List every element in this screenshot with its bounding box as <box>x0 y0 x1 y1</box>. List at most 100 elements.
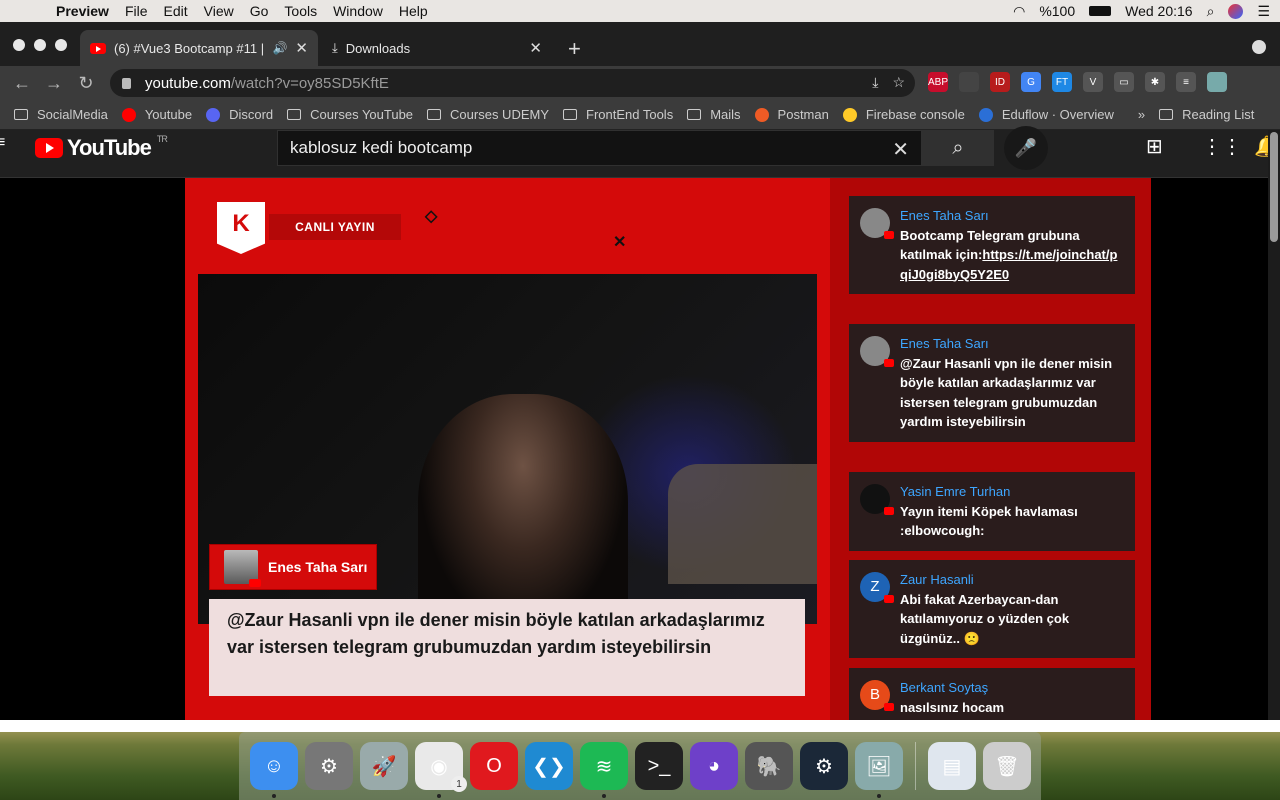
chat-avatar <box>860 208 894 239</box>
apps-grid-icon[interactable]: ⋮⋮ <box>1202 134 1242 159</box>
adblock-icon[interactable]: ABP <box>928 72 948 92</box>
reload-icon[interactable]: ↻ <box>70 73 102 94</box>
extension-2-icon[interactable] <box>959 72 979 92</box>
launchpad-icon[interactable]: 🚀 <box>360 742 408 790</box>
background-couch <box>668 464 817 584</box>
preview-icon[interactable]: 🖼 <box>855 742 903 798</box>
control-center-icon[interactable]: ☰ <box>1257 3 1270 20</box>
tab-downloads[interactable]: ⤓ Downloads ✕ <box>322 30 552 66</box>
bookmark-frontend-tools[interactable]: FrontEnd Tools <box>563 107 673 122</box>
address-bar[interactable]: youtube.com/watch?v=oy85SD5KftE ⤓ ☆ <box>110 69 915 97</box>
window-bottom-edge <box>0 720 1280 732</box>
bookmarks-overflow-icon[interactable]: » <box>1138 107 1145 122</box>
new-tab-button[interactable]: + <box>568 36 581 62</box>
url-path: /watch?v=oy85SD5KftE <box>230 74 389 92</box>
bookmark-mails[interactable]: Mails <box>687 107 741 122</box>
bookmark-courses-youtube[interactable]: Courses YouTube <box>287 107 413 122</box>
bookmark-youtube[interactable]: Youtube <box>121 107 192 122</box>
bookmark-socialmedia[interactable]: SocialMedia <box>14 107 108 122</box>
window-icon[interactable]: ▭ <box>1114 72 1134 92</box>
opera-icon[interactable]: O <box>470 742 518 790</box>
chat-message: Enes Taha Sarı @Zaur Hasanli vpn ile dene… <box>849 324 1135 442</box>
extensions-puzzle-icon[interactable]: ✱ <box>1145 72 1165 92</box>
bookmark-eduflow-overview[interactable]: Eduflow · Overview <box>978 107 1114 122</box>
search-input[interactable]: kablosuz kedi bootcamp ✕ <box>277 130 922 166</box>
tableplus-icon[interactable]: 🐘 <box>745 742 793 790</box>
downloads-stack-icon[interactable]: ▤ <box>928 742 976 790</box>
chat-avatar <box>860 484 894 515</box>
browser-tab-strip: (6) #Vue3 Bootcamp #11 | 🔊 ✕ ⤓ Downloads… <box>0 22 1280 66</box>
battery-percent[interactable]: %100 <box>1039 3 1075 19</box>
bookmark-star-icon[interactable]: ☆ <box>892 74 905 91</box>
apple-menu-icon[interactable] <box>20 4 40 18</box>
wifi-icon[interactable]: ◠ <box>1013 3 1025 20</box>
firebase-icon <box>842 107 857 122</box>
create-video-icon[interactable]: ⊞ <box>1146 134 1163 159</box>
close-tab-icon[interactable]: ✕ <box>295 39 308 57</box>
menu-help[interactable]: Help <box>399 3 428 19</box>
chat-text: nasılsınız hocam <box>900 699 1005 715</box>
forward-arrow-icon[interactable]: → <box>38 73 70 94</box>
hamburger-menu-icon[interactable]: ≡ <box>0 134 5 152</box>
menu-file[interactable]: File <box>125 3 148 19</box>
bookmark-label: Postman <box>777 107 829 122</box>
translate-icon[interactable]: G <box>1021 72 1041 92</box>
siri-icon[interactable] <box>1228 3 1244 19</box>
chat-text: @Zaur Hasanli vpn ile dener misin böyle … <box>900 355 1113 430</box>
eduflow-icon <box>978 107 993 122</box>
menu-window[interactable]: Window <box>333 3 383 19</box>
close-window-button[interactable] <box>13 39 25 51</box>
bookmark-postman[interactable]: Postman <box>754 107 829 122</box>
video-player[interactable]: K CANLI YAYIN ◇ ✕ Enes Taha Sarı @Zaur H… <box>0 178 1280 727</box>
extension-3-icon[interactable]: ID <box>990 72 1010 92</box>
clear-search-icon[interactable]: ✕ <box>892 137 909 162</box>
battery-icon[interactable] <box>1089 6 1112 16</box>
menu-tools[interactable]: Tools <box>284 3 317 19</box>
youtube-logo[interactable]: YouTube TR <box>35 134 168 161</box>
menubar-clock[interactable]: Wed 20:16 <box>1125 3 1192 19</box>
chat-author: Zaur Hasanli <box>900 572 974 587</box>
scrollbar-thumb[interactable] <box>1270 132 1278 242</box>
bookmark-label: Discord <box>229 107 274 122</box>
trash-icon[interactable]: 🗑 <box>983 742 1031 790</box>
bookmark-label: Eduflow · Overview <box>1001 107 1114 122</box>
zoom-window-button[interactable] <box>55 39 67 51</box>
profile-icon[interactable] <box>1207 72 1227 92</box>
voice-search-button[interactable]: 🎤 <box>1004 126 1048 170</box>
steam-icon[interactable]: ⚙ <box>800 742 848 790</box>
menu-edit[interactable]: Edit <box>164 3 188 19</box>
system-preferences-icon[interactable]: ⚙ <box>305 742 353 790</box>
featured-chat-message: @Zaur Hasanli vpn ile dener misin böyle … <box>209 599 805 696</box>
dock-glyph: ☺ <box>263 754 285 777</box>
vue-devtools-icon[interactable]: V <box>1083 72 1103 92</box>
tab-search-button[interactable] <box>1252 40 1266 54</box>
menu-view[interactable]: View <box>204 3 234 19</box>
bookmark-discord[interactable]: Discord <box>206 107 273 122</box>
bookmark-firebase-console[interactable]: Firebase console <box>842 107 965 122</box>
youtube-header: ≡ YouTube TR kablosuz kedi bootcamp ✕ ⌕ … <box>0 126 1280 178</box>
tab-youtube[interactable]: (6) #Vue3 Bootcamp #11 | 🔊 ✕ <box>80 30 318 66</box>
chrome-icon[interactable]: ◉ 1 <box>415 742 467 798</box>
reading-list[interactable]: Reading List <box>1159 107 1254 122</box>
github-desktop-icon[interactable]: ◕ <box>690 742 738 790</box>
reading-mode-icon[interactable]: ≡ <box>1176 72 1196 92</box>
page-scrollbar[interactable] <box>1268 130 1280 720</box>
spotlight-search-icon[interactable]: ⌕ <box>1207 3 1215 20</box>
lock-icon[interactable] <box>122 77 131 89</box>
spotify-icon[interactable]: ≋ <box>580 742 628 798</box>
search-button[interactable]: ⌕ <box>922 130 994 166</box>
chat-message: Z Zaur Hasanli Abi fakat Azerbaycan-dan ka… <box>849 560 1135 658</box>
finder-icon[interactable]: ☺ <box>250 742 298 798</box>
menu-app-name[interactable]: Preview <box>56 3 109 19</box>
minimize-window-button[interactable] <box>34 39 46 51</box>
terminal-icon[interactable]: >_ <box>635 742 683 790</box>
close-tab-icon[interactable]: ✕ <box>529 39 542 57</box>
vscode-icon[interactable]: ❮❯ <box>525 742 573 790</box>
audio-playing-icon[interactable]: 🔊 <box>272 41 287 55</box>
bookmark-courses-udemy[interactable]: Courses UDEMY <box>427 107 549 122</box>
menu-go[interactable]: Go <box>250 3 269 19</box>
back-arrow-icon[interactable]: ← <box>6 73 38 94</box>
install-app-icon[interactable]: ⤓ <box>872 74 878 91</box>
macos-menubar: Preview File Edit View Go Tools Window H… <box>0 0 1280 22</box>
ft-icon[interactable]: FT <box>1052 72 1072 92</box>
